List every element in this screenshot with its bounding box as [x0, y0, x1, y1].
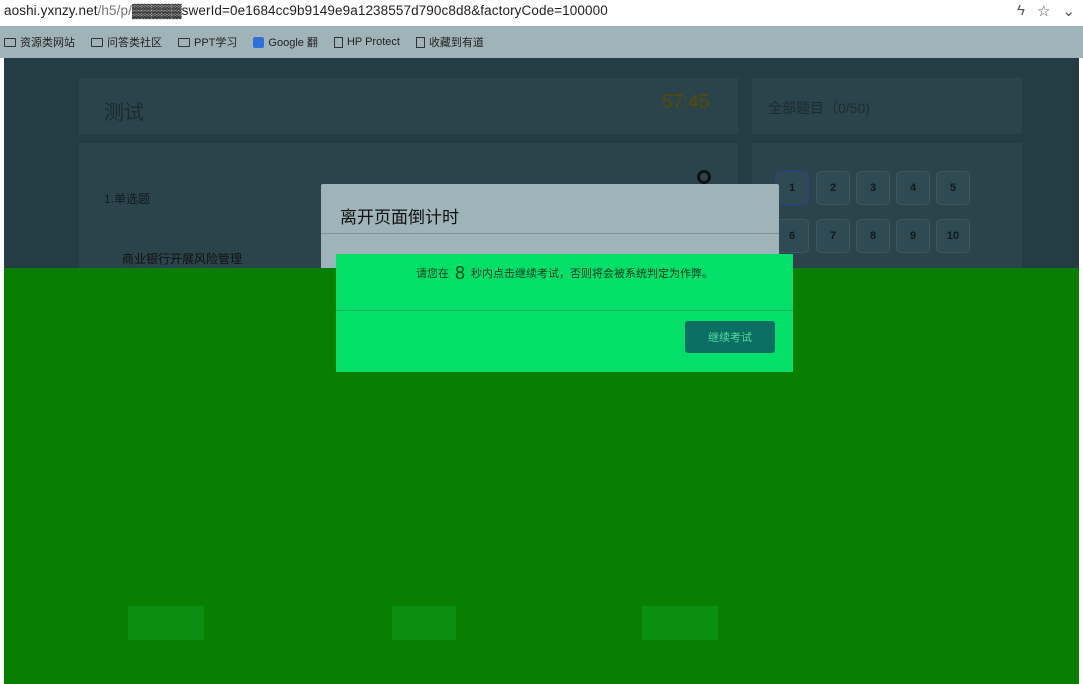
dialog-footer-divider: [336, 310, 793, 311]
bookmark-item[interactable]: 资源类网站: [4, 34, 75, 50]
bookmark-label: Google 翻: [268, 37, 318, 49]
page-icon: [333, 36, 343, 48]
exam-header: [79, 78, 738, 134]
url-obscured: ▓▓▓▓▓: [131, 3, 182, 18]
nav-button-right[interactable]: [642, 606, 718, 640]
bookmark-label: 收藏到有道: [428, 37, 484, 49]
countdown-number: 8: [454, 263, 465, 283]
question-type: 1.单选题: [104, 192, 151, 206]
question-number-button[interactable]: 3: [856, 171, 890, 205]
dialog-title: 离开页面倒计时: [340, 208, 459, 227]
question-text: 商业银行开展风险管理: [122, 252, 243, 266]
exam-timer: 57:45: [662, 92, 710, 113]
question-number-button[interactable]: 5: [936, 171, 970, 205]
message-suffix: 秒内点击继续考试，否则将会被系统判定为作弊。: [471, 268, 713, 280]
url-text[interactable]: aoshi.yxnzy.net/h5/p/▓▓▓▓▓swerId=0e1684c…: [4, 3, 608, 18]
bookmark-label: 资源类网站: [20, 37, 75, 49]
question-number-button[interactable]: 6: [775, 219, 809, 253]
bookmark-item[interactable]: 收藏到有道: [415, 34, 484, 50]
folder-icon: [91, 37, 103, 47]
url-query: swerId=0e1684cc9b9149e9a1238557d790c8d8&…: [181, 3, 608, 18]
url-host: aoshi.yxnzy.net: [4, 3, 98, 18]
question-number-button[interactable]: 10: [936, 219, 970, 253]
bookmark-label: HP Protect: [346, 36, 400, 48]
page-icon: [415, 36, 425, 48]
bookmark-label: 问答类社区: [107, 37, 162, 49]
bookmark-label: PPT学习: [194, 37, 238, 49]
location-pin-icon[interactable]: [697, 170, 711, 184]
bookmark-item[interactable]: 问答类社区: [91, 34, 162, 50]
question-number-button[interactable]: 2: [816, 171, 850, 205]
exam-title: 测试: [104, 102, 144, 124]
question-number-button[interactable]: 9: [896, 219, 930, 253]
chevron-down-icon[interactable]: ⌄: [1062, 2, 1075, 20]
message-prefix: 请您在: [415, 268, 449, 280]
url-path: /h5/p/: [97, 3, 132, 18]
all-questions-label: 全部题目（0/50): [768, 100, 870, 116]
lightning-icon[interactable]: ϟ: [1017, 2, 1025, 20]
bookmark-item[interactable]: Google 翻: [253, 34, 318, 50]
question-number-button[interactable]: 1: [775, 171, 809, 205]
star-icon[interactable]: ☆: [1037, 2, 1050, 20]
bookmark-item[interactable]: HP Protect: [333, 36, 400, 48]
question-number-button[interactable]: 7: [816, 219, 850, 253]
dialog-message: 请您在 8 秒内点击继续考试，否则将会被系统判定为作弊。: [336, 263, 793, 284]
question-number-button[interactable]: 4: [896, 171, 930, 205]
nav-button-center[interactable]: [392, 606, 456, 640]
nav-button-left[interactable]: [128, 606, 204, 640]
bookmarks-bar: 资源类网站 问答类社区 PPT学习 Google 翻 HP Protect 收藏…: [0, 26, 1083, 58]
google-translate-icon: [253, 36, 265, 48]
bookmark-item[interactable]: PPT学习: [178, 34, 237, 50]
question-number-button[interactable]: 8: [856, 219, 890, 253]
folder-icon: [178, 37, 190, 47]
folder-icon: [4, 37, 16, 47]
browser-actions: ϟ ☆ ⌄: [1017, 2, 1075, 20]
dialog-header-divider: [321, 233, 779, 234]
continue-exam-button[interactable]: 继续考试: [685, 321, 775, 353]
